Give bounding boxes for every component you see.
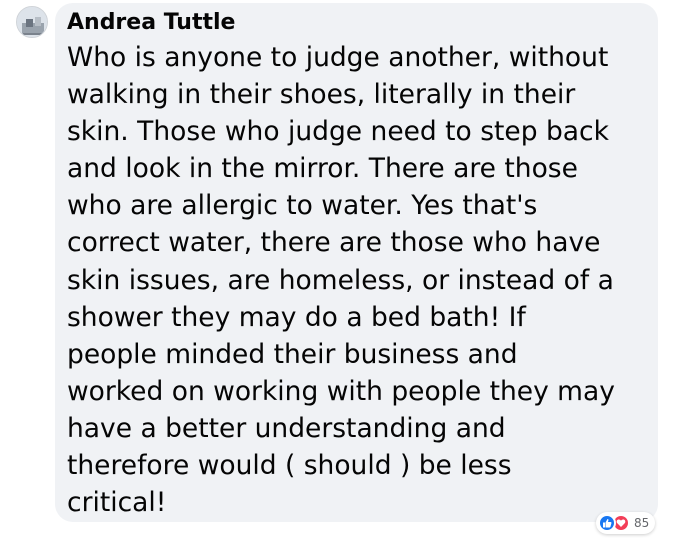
comment-line: and look in the mirror. There are those: [67, 153, 578, 185]
comment-line: skin. Those who judge need to step back: [67, 116, 609, 148]
reaction-count: 85: [634, 516, 650, 530]
comment-line: worked on working with people they may: [67, 375, 615, 407]
comment-line: have a better understanding and: [67, 412, 506, 444]
reactions-summary[interactable]: 85: [596, 512, 656, 534]
comment-line: who are allergic to water. Yes that's: [67, 190, 538, 222]
comment-line: correct water, there are those who have: [67, 227, 601, 259]
like-icon: [598, 514, 616, 532]
comment-line: walking in their shoes, literally in the…: [67, 79, 576, 111]
comment-author[interactable]: Andrea Tuttle: [67, 7, 646, 39]
comment-line: critical!: [67, 487, 167, 519]
comment-text: Who is anyone to judge another, without …: [67, 39, 646, 521]
comment-line: people minded their business and: [67, 338, 518, 370]
avatar[interactable]: [16, 6, 48, 38]
comment-line: Who is anyone to judge another, without: [67, 42, 609, 73]
comment-line: shower they may do a bed bath! If: [67, 301, 526, 333]
comment-line: skin issues, are homeless, or instead of…: [67, 264, 614, 296]
comment-bubble: Andrea Tuttle Who is anyone to judge ano…: [55, 3, 658, 522]
avatar-image: [17, 7, 47, 37]
comment-line: therefore would ( should ) be less: [67, 450, 512, 482]
